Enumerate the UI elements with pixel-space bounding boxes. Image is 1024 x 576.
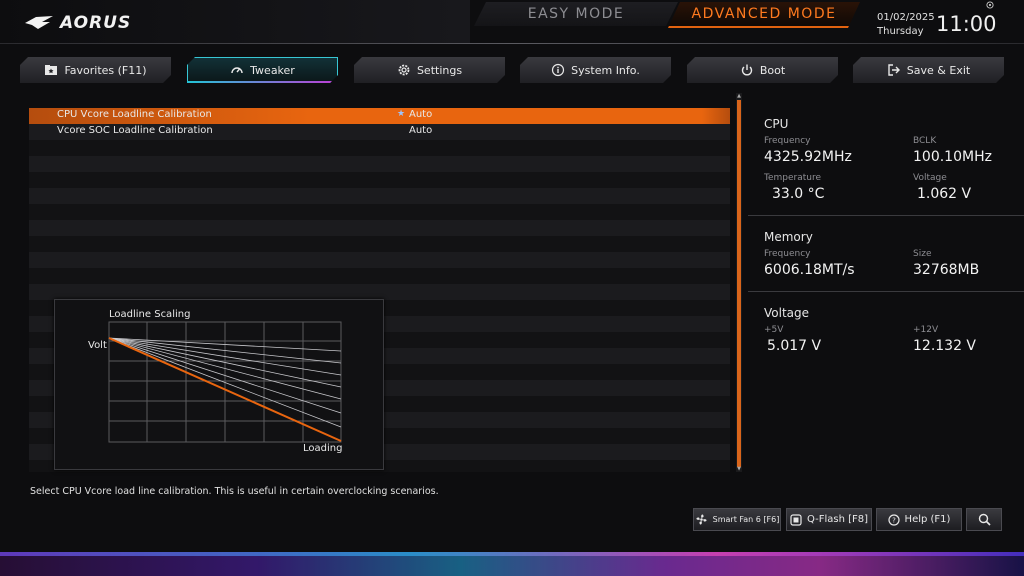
memory-section-title: Memory — [764, 230, 813, 244]
setting-help-text: Select CPU Vcore load line calibration. … — [30, 486, 439, 497]
tab-boot-label: Boot — [759, 63, 786, 77]
tab-settings-label: Settings — [416, 63, 463, 77]
memory-frequency-value: 6006.18MT/s — [764, 262, 855, 278]
search-button[interactable] — [966, 508, 1002, 531]
empty-row — [29, 156, 730, 172]
gear-icon — [397, 63, 411, 77]
empty-row — [29, 220, 730, 236]
loadline-graph: Loadline Scaling Volt Loading — [54, 299, 384, 470]
search-icon — [978, 513, 991, 526]
exit-icon — [887, 63, 901, 77]
empty-row — [29, 284, 730, 300]
bclk-label: BCLK — [913, 136, 937, 146]
section-divider — [748, 215, 1024, 216]
12v-label: +12V — [913, 325, 939, 335]
empty-row — [29, 188, 730, 204]
tab-tweaker[interactable]: Tweaker — [187, 57, 338, 83]
tab-save-exit[interactable]: Save & Exit — [853, 57, 1004, 83]
date-text: 01/02/2025 — [877, 12, 935, 23]
help-icon: ? — [887, 513, 900, 526]
tab-favorites-label: Favorites (F11) — [64, 63, 147, 77]
loadline-plot — [108, 321, 342, 443]
cpu-frequency-label: Frequency — [764, 136, 811, 146]
bottom-decor-glow — [0, 552, 1024, 576]
cpu-section-title: CPU — [764, 117, 789, 131]
power-icon — [740, 63, 754, 77]
empty-row — [29, 204, 730, 220]
date-block: 01/02/2025 Thursday — [877, 11, 935, 39]
day-text: Thursday — [877, 26, 924, 37]
setting-value[interactable]: Auto — [409, 109, 432, 120]
section-divider — [748, 291, 1024, 292]
settings-gear-icon[interactable] — [986, 1, 994, 9]
cpu-voltage-value: 1.062 V — [917, 186, 972, 202]
12v-value: 12.132 V — [913, 338, 977, 354]
bclk-value: 100.10MHz — [913, 149, 992, 165]
main-tab-bar: Favorites (F11) Tweaker Settings System … — [20, 57, 1004, 83]
tab-system-info[interactable]: System Info. — [520, 57, 671, 83]
fan-icon — [696, 514, 707, 525]
graph-title: Loadline Scaling — [109, 309, 191, 320]
qflash-icon — [790, 513, 802, 526]
5v-label: +5V — [764, 325, 784, 335]
cpu-frequency-value: 4325.92MHz — [764, 149, 852, 165]
speedometer-icon — [230, 63, 244, 77]
advanced-mode-button[interactable]: ADVANCED MODE — [668, 2, 860, 28]
cpu-temperature-label: Temperature — [764, 173, 822, 183]
info-icon — [551, 63, 565, 77]
tab-save-exit-label: Save & Exit — [906, 63, 971, 77]
tab-boot[interactable]: Boot — [687, 57, 838, 83]
setting-row-cpu-vcore-llc[interactable]: CPU Vcore Loadline Calibration ★ Auto — [29, 108, 730, 124]
tab-settings[interactable]: Settings — [354, 57, 505, 83]
empty-row — [29, 236, 730, 252]
qflash-button[interactable]: Q-Flash [F8] — [786, 508, 872, 531]
tab-system-info-label: System Info. — [571, 63, 640, 77]
empty-row — [29, 268, 730, 284]
graph-x-label: Loading — [303, 443, 343, 454]
memory-size-label: Size — [913, 249, 932, 259]
svg-text:?: ? — [892, 516, 896, 524]
setting-label: CPU Vcore Loadline Calibration — [57, 109, 212, 120]
help-button[interactable]: ? Help (F1) — [876, 508, 962, 531]
scrollbar-thumb[interactable] — [737, 100, 741, 467]
setting-value[interactable]: Auto — [409, 125, 432, 136]
qflash-label: Q-Flash [F8] — [806, 514, 869, 525]
scroll-down-arrow-icon[interactable]: ▼ — [736, 466, 742, 472]
favorite-star-icon[interactable]: ★ — [397, 110, 406, 119]
clock: 11:00 — [936, 12, 997, 36]
memory-size-value: 32768MB — [913, 262, 980, 278]
aorus-eagle-icon — [25, 16, 53, 29]
logo-text: AORUS — [60, 13, 132, 33]
smart-fan-button[interactable]: Smart Fan 6 [F6] — [693, 508, 781, 531]
aorus-logo: AORUS — [24, 12, 131, 34]
voltage-section-title: Voltage — [764, 306, 810, 320]
scroll-up-arrow-icon[interactable]: ▲ — [736, 93, 742, 99]
header-divider — [0, 43, 1024, 44]
cpu-voltage-label: Voltage — [913, 173, 947, 183]
empty-row — [29, 140, 730, 156]
easy-mode-button[interactable]: EASY MODE — [474, 2, 678, 26]
setting-label: Vcore SOC Loadline Calibration — [57, 125, 213, 136]
tab-favorites[interactable]: Favorites (F11) — [20, 57, 171, 83]
tab-tweaker-label: Tweaker — [250, 63, 295, 77]
cpu-temperature-value: 33.0 °C — [772, 186, 825, 202]
favorites-icon — [44, 63, 58, 77]
graph-y-label: Volt — [88, 340, 107, 351]
setting-row-vcore-soc-llc[interactable]: Vcore SOC Loadline Calibration Auto — [29, 124, 730, 140]
help-label: Help (F1) — [904, 514, 951, 525]
5v-value: 5.017 V — [767, 338, 822, 354]
memory-frequency-label: Frequency — [764, 249, 811, 259]
empty-row — [29, 172, 730, 188]
empty-row — [29, 252, 730, 268]
smart-fan-label: Smart Fan 6 [F6] — [712, 515, 780, 524]
